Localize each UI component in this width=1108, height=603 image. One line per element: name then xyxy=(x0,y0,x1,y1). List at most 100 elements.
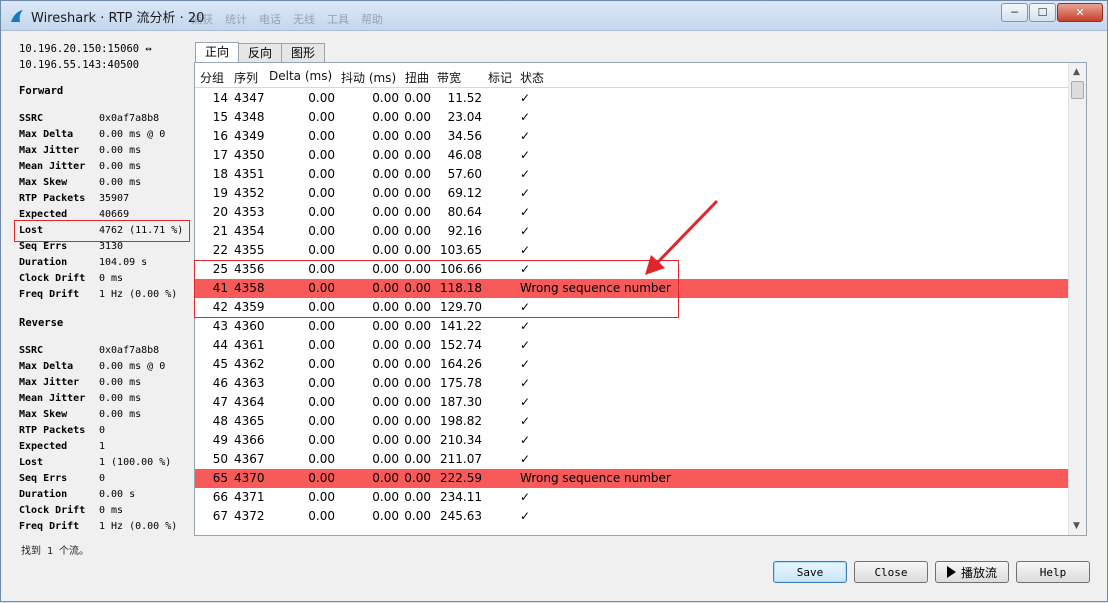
cell-skew: 0.00 xyxy=(404,224,431,238)
cell-skew: 0.00 xyxy=(404,281,431,295)
cell-pkt: 47 xyxy=(212,395,228,409)
cell-pkt: 22 xyxy=(212,243,228,257)
stat-value: 35907 xyxy=(99,193,130,204)
bg-toolbar-item: 无线 xyxy=(293,13,315,26)
reverse-stats: SSRC 0x0af7a8b8 Max Delta 0.00 ms @ 0 Max Ji… xyxy=(19,343,191,535)
cell-jitter: 0.00 xyxy=(372,414,399,428)
cell-skew: 0.00 xyxy=(404,452,431,466)
endpoint-src: 10.196.20.150:15060 ↔ xyxy=(19,43,152,55)
stat-key: Mean Jitter xyxy=(19,161,86,172)
play-streams-button[interactable]: 播放流 xyxy=(935,561,1009,583)
table-row[interactable]: 45 4362 0.00 0.00 0.00 164.26 ✓ xyxy=(195,355,1068,374)
col-status[interactable]: 状态 xyxy=(520,69,544,86)
cell-bw: 46.08 xyxy=(447,148,482,162)
col-bandwidth[interactable]: 带宽 xyxy=(437,69,461,86)
maximize-button[interactable]: ☐ xyxy=(1029,3,1056,22)
cell-seq: 4347 xyxy=(234,91,265,105)
wireshark-fin-icon xyxy=(11,10,23,22)
cell-bw: 57.60 xyxy=(447,167,482,181)
col-delta[interactable]: Delta (ms) xyxy=(269,69,332,83)
cell-status: ✓ xyxy=(520,338,531,352)
table-row[interactable]: 49 4366 0.00 0.00 0.00 210.34 ✓ xyxy=(195,431,1068,450)
cell-delta: 0.00 xyxy=(308,243,335,257)
table-row[interactable]: 43 4360 0.00 0.00 0.00 141.22 ✓ xyxy=(195,317,1068,336)
direction-tabs: 正向 反向 图形 xyxy=(195,42,326,63)
tab-forward[interactable]: 正向 xyxy=(195,42,240,63)
stat-value: 0 xyxy=(99,473,106,484)
table-row[interactable]: 44 4361 0.00 0.00 0.00 152.74 ✓ xyxy=(195,336,1068,355)
cell-bw: 118.18 xyxy=(440,281,482,295)
table-row[interactable]: 42 4359 0.00 0.00 0.00 129.70 ✓ xyxy=(195,298,1068,317)
cell-seq: 4362 xyxy=(234,357,265,371)
stat-value: 0 ms xyxy=(99,273,124,284)
table-header: 分组 序列 Delta (ms) 抖动 (ms) 扭曲 带宽 标记 状态 xyxy=(195,63,1068,88)
table-row[interactable]: 22 4355 0.00 0.00 0.00 103.65 ✓ xyxy=(195,241,1068,260)
forward-stat-row: RTP Packets 35907 xyxy=(19,191,191,207)
table-row[interactable]: 46 4363 0.00 0.00 0.00 175.78 ✓ xyxy=(195,374,1068,393)
cell-delta: 0.00 xyxy=(308,148,335,162)
cell-status: ✓ xyxy=(520,262,531,276)
cell-delta: 0.00 xyxy=(308,186,335,200)
cell-skew: 0.00 xyxy=(404,357,431,371)
cell-status: ✓ xyxy=(520,319,531,333)
cell-delta: 0.00 xyxy=(308,395,335,409)
cell-pkt: 43 xyxy=(212,319,228,333)
cell-bw: 103.65 xyxy=(440,243,482,257)
table-row[interactable]: 65 4370 0.00 0.00 0.00 222.59 Wrong sequence n… xyxy=(195,469,1068,488)
help-button[interactable]: Help xyxy=(1016,561,1090,583)
cell-jitter: 0.00 xyxy=(372,91,399,105)
cell-delta: 0.00 xyxy=(308,414,335,428)
cell-seq: 4350 xyxy=(234,148,265,162)
table-row[interactable]: 17 4350 0.00 0.00 0.00 46.08 ✓ xyxy=(195,146,1068,165)
cell-jitter: 0.00 xyxy=(372,110,399,124)
table-row[interactable]: 25 4356 0.00 0.00 0.00 106.66 ✓ xyxy=(195,260,1068,279)
rtp-stream-analysis-window: Wireshark · RTP 流分析 · 20 捕获 统计 电话 无线 工具 帮助 ─ … xyxy=(0,0,1108,602)
table-row[interactable]: 21 4354 0.00 0.00 0.00 92.16 ✓ xyxy=(195,222,1068,241)
tab-reverse[interactable]: 反向 xyxy=(238,43,283,62)
table-row[interactable]: 66 4371 0.00 0.00 0.00 234.11 ✓ xyxy=(195,488,1068,507)
table-row[interactable]: 67 4372 0.00 0.00 0.00 245.63 ✓ xyxy=(195,507,1068,526)
col-sequence[interactable]: 序列 xyxy=(234,69,258,86)
minimize-button[interactable]: ─ xyxy=(1001,3,1028,22)
table-row[interactable]: 19 4352 0.00 0.00 0.00 69.12 ✓ xyxy=(195,184,1068,203)
cell-jitter: 0.00 xyxy=(372,224,399,238)
cell-seq: 4371 xyxy=(234,490,265,504)
cell-bw: 80.64 xyxy=(447,205,482,219)
table-row[interactable]: 15 4348 0.00 0.00 0.00 23.04 ✓ xyxy=(195,108,1068,127)
col-jitter[interactable]: 抖动 (ms) xyxy=(341,69,396,86)
cell-pkt: 21 xyxy=(212,224,228,238)
stat-value: 0x0af7a8b8 xyxy=(99,345,160,356)
table-row[interactable]: 18 4351 0.00 0.00 0.00 57.60 ✓ xyxy=(195,165,1068,184)
table-row[interactable]: 48 4365 0.00 0.00 0.00 198.82 ✓ xyxy=(195,412,1068,431)
found-streams-text: 找到 1 个流。 xyxy=(21,546,90,557)
close-window-button[interactable]: ✕ xyxy=(1057,3,1103,22)
cell-pkt: 46 xyxy=(212,376,228,390)
table-row[interactable]: 41 4358 0.00 0.00 0.00 118.18 Wrong sequence n… xyxy=(195,279,1068,298)
scroll-up-icon[interactable]: ▲ xyxy=(1073,67,1080,77)
cell-seq: 4363 xyxy=(234,376,265,390)
table-row[interactable]: 20 4353 0.00 0.00 0.00 80.64 ✓ xyxy=(195,203,1068,222)
col-skew[interactable]: 扭曲 xyxy=(405,69,429,86)
col-packet[interactable]: 分组 xyxy=(200,69,224,86)
table-row[interactable]: 14 4347 0.00 0.00 0.00 11.52 ✓ xyxy=(195,89,1068,108)
cell-seq: 4359 xyxy=(234,300,265,314)
table-row[interactable]: 50 4367 0.00 0.00 0.00 211.07 ✓ xyxy=(195,450,1068,469)
cell-seq: 4349 xyxy=(234,129,265,143)
title-bar[interactable]: Wireshark · RTP 流分析 · 20 捕获 统计 电话 无线 工具 帮助 ─ … xyxy=(1,1,1107,31)
stat-value: 1 Hz (0.00 %) xyxy=(99,289,178,300)
cell-pkt: 41 xyxy=(212,281,228,295)
close-button[interactable]: Close xyxy=(854,561,928,583)
stat-key: Clock Drift xyxy=(19,273,86,284)
stat-value: 1 Hz (0.00 %) xyxy=(99,521,178,532)
save-button[interactable]: Save xyxy=(773,561,847,583)
vertical-scrollbar[interactable]: ▲ ▼ xyxy=(1068,63,1086,535)
cell-jitter: 0.00 xyxy=(372,319,399,333)
cell-status: ✓ xyxy=(520,395,531,409)
col-marker[interactable]: 标记 xyxy=(488,69,512,86)
table-row[interactable]: 16 4349 0.00 0.00 0.00 34.56 ✓ xyxy=(195,127,1068,146)
scroll-thumb[interactable] xyxy=(1071,81,1084,99)
table-row[interactable]: 47 4364 0.00 0.00 0.00 187.30 ✓ xyxy=(195,393,1068,412)
tab-graph[interactable]: 图形 xyxy=(281,43,326,62)
scroll-down-icon[interactable]: ▼ xyxy=(1073,521,1080,531)
stat-key: RTP Packets xyxy=(19,193,86,204)
